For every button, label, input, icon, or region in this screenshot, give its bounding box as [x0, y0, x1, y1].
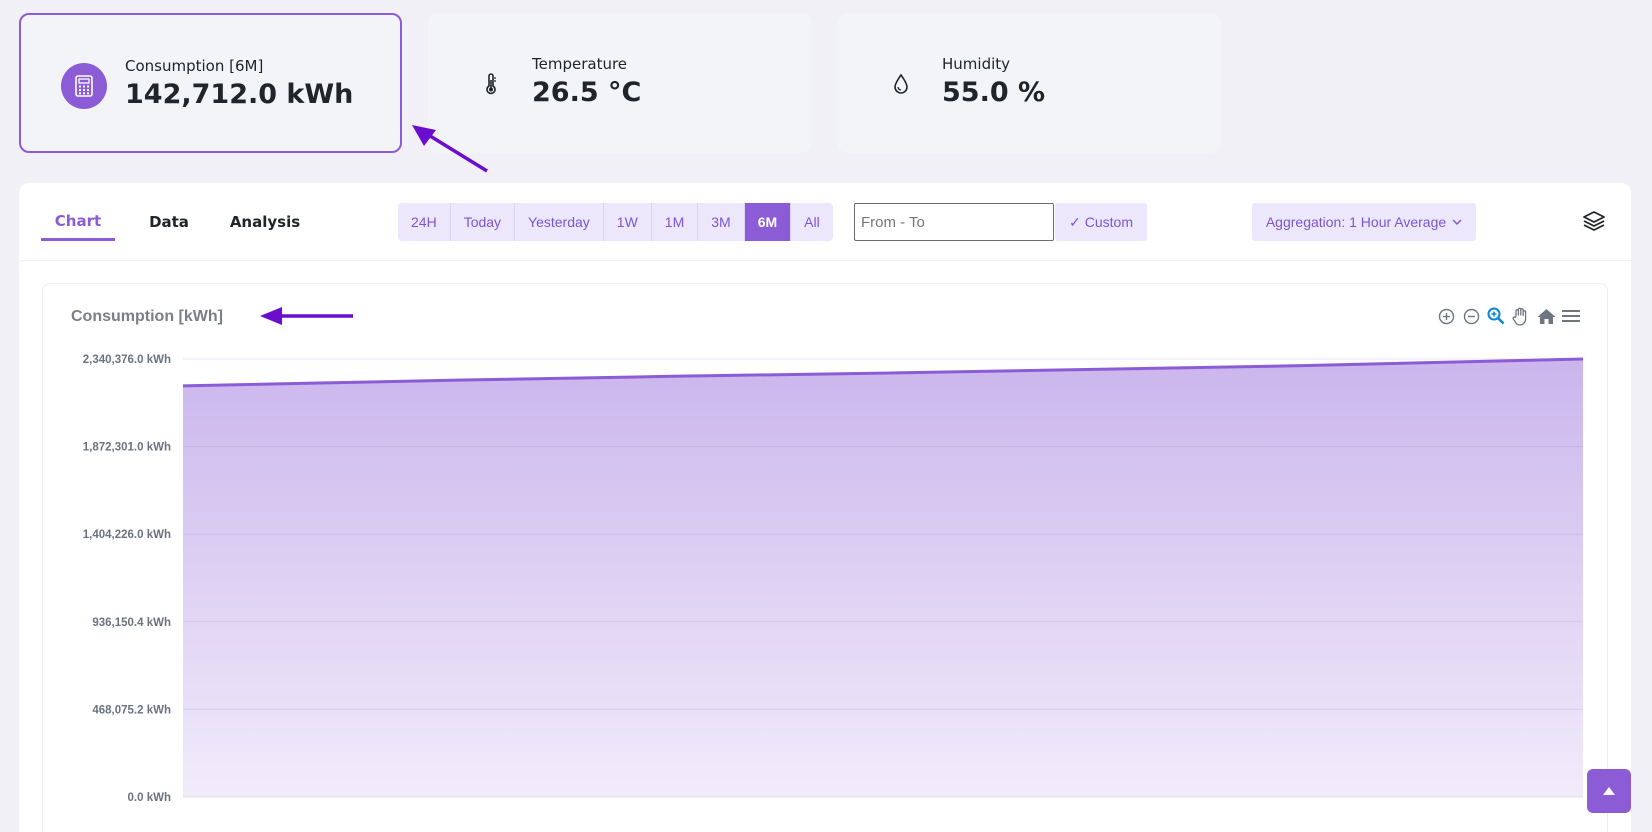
y-tick-label: 936,150.4 kWh	[92, 617, 171, 629]
tab-data[interactable]: Data	[137, 203, 201, 241]
caret-up-icon	[1603, 787, 1615, 795]
kpi-card-consumption[interactable]: Consumption [6M] 142,712.0 kWh	[19, 13, 402, 153]
area-fill	[183, 359, 1583, 797]
range-6m-button[interactable]: 6M	[744, 203, 792, 241]
time-range-group: 24H Today Yesterday 1W 1M 3M 6M All	[398, 203, 833, 241]
range-yesterday-button[interactable]: Yesterday	[515, 203, 604, 241]
aggregation-label: Aggregation: 1 Hour Average	[1265, 214, 1447, 230]
chart-card: Consumption [kWh] 0.0 kWh 468,075.2 kWh …	[42, 283, 1608, 832]
tab-chart[interactable]: Chart	[41, 203, 115, 241]
y-tick-label: 468,075.2 kWh	[92, 704, 171, 716]
aggregation-dropdown[interactable]: Aggregation: 1 Hour Average	[1252, 203, 1476, 241]
range-today-button[interactable]: Today	[451, 203, 516, 241]
custom-range-button[interactable]: ✓ Custom	[1055, 203, 1147, 241]
range-24h-button[interactable]: 24H	[398, 203, 451, 241]
kpi-temperature-value: 26.5 °C	[532, 77, 642, 108]
kpi-card-humidity[interactable]: Humidity 55.0 %	[838, 13, 1221, 153]
range-all-button[interactable]: All	[791, 203, 833, 241]
chevron-down-icon	[1452, 219, 1462, 225]
y-tick-label: 1,404,226.0 kWh	[83, 529, 171, 541]
check-icon: ✓	[1069, 213, 1081, 230]
kpi-humidity-value: 55.0 %	[942, 77, 1046, 108]
date-range-input[interactable]	[854, 203, 1054, 241]
scroll-to-top-button[interactable]	[1587, 769, 1631, 813]
toolbar-row: Chart Data Analysis 24H Today Yesterday …	[19, 183, 1631, 261]
main-panel: Chart Data Analysis 24H Today Yesterday …	[19, 183, 1631, 832]
y-tick-label: 2,340,376.0 kWh	[83, 354, 171, 366]
calculator-icon	[61, 63, 107, 109]
range-1w-button[interactable]: 1W	[604, 203, 652, 241]
consumption-area-chart[interactable]: 0.0 kWh 468,075.2 kWh 936,150.4 kWh 1,404,2…	[43, 284, 1609, 832]
custom-button-label: Custom	[1084, 214, 1133, 230]
range-3m-button[interactable]: 3M	[698, 203, 745, 241]
droplet-icon	[878, 61, 924, 107]
kpi-humidity-label: Humidity	[942, 55, 1011, 73]
y-tick-label: 0.0 kWh	[128, 792, 171, 804]
kpi-consumption-label: Consumption [6M]	[125, 57, 264, 75]
range-1m-button[interactable]: 1M	[652, 203, 699, 241]
tab-analysis[interactable]: Analysis	[215, 203, 315, 241]
kpi-card-temperature[interactable]: Temperature 26.5 °C	[428, 13, 811, 153]
layers-icon[interactable]	[1582, 210, 1608, 234]
kpi-consumption-value: 142,712.0 kWh	[125, 79, 354, 110]
kpi-temperature-label: Temperature	[532, 55, 628, 73]
y-tick-label: 1,872,301.0 kWh	[83, 442, 171, 454]
thermometer-icon	[468, 61, 514, 107]
